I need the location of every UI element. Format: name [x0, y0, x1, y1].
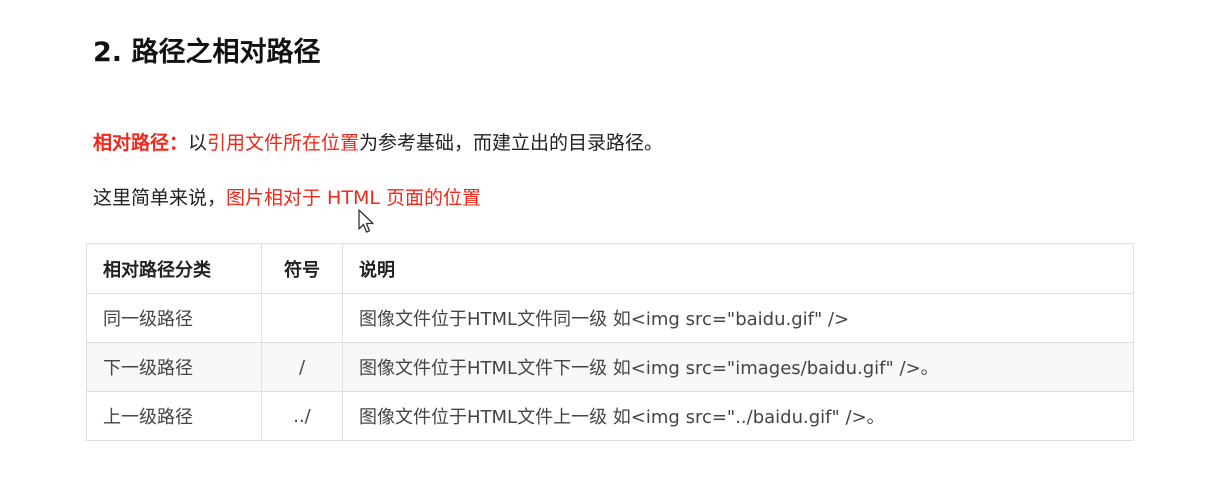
table-header-row: 相对路径分类 符号 说明 [86, 243, 1134, 294]
definition-text-1: 以 [188, 132, 208, 154]
header-category: 相对路径分类 [86, 243, 262, 294]
table-row: 上一级路径 ../ 图像文件位于HTML文件上一级 如<img src="../… [86, 391, 1134, 441]
definition-label: 相对路径： [93, 132, 189, 154]
mouse-pointer-icon [358, 209, 374, 233]
explanation-highlight: 图片相对于 HTML 页面的位置 [226, 187, 481, 209]
row-category: 同一级路径 [86, 293, 262, 343]
definition-paragraph: 相对路径：以引用文件所在位置为参考基础，而建立出的目录路径。 [93, 128, 663, 155]
relative-path-table: 相对路径分类 符号 说明 同一级路径 图像文件位于HTML文件同一级 如<img… [86, 243, 1134, 441]
row-category: 上一级路径 [86, 391, 262, 441]
row-symbol: ../ [261, 391, 343, 441]
definition-text-2: 为参考基础，而建立出的目录路径。 [359, 132, 664, 154]
definition-highlight: 引用文件所在位置 [207, 132, 360, 154]
row-description: 图像文件位于HTML文件下一级 如<img src="images/baidu.… [342, 342, 1134, 392]
header-symbol: 符号 [261, 243, 343, 294]
row-symbol [261, 293, 343, 343]
row-description: 图像文件位于HTML文件同一级 如<img src="baidu.gif" /> [342, 293, 1134, 343]
header-description: 说明 [342, 243, 1134, 294]
row-category: 下一级路径 [86, 342, 262, 392]
row-symbol: / [261, 342, 343, 392]
table-row: 同一级路径 图像文件位于HTML文件同一级 如<img src="baidu.g… [86, 293, 1134, 343]
page-title: 2. 路径之相对路径 [93, 37, 321, 68]
table-row: 下一级路径 / 图像文件位于HTML文件下一级 如<img src="image… [86, 342, 1134, 392]
explanation-text: 这里简单来说， [93, 187, 227, 209]
explanation-paragraph: 这里简单来说，图片相对于 HTML 页面的位置 [93, 183, 481, 210]
row-description: 图像文件位于HTML文件上一级 如<img src="../baidu.gif"… [342, 391, 1134, 441]
